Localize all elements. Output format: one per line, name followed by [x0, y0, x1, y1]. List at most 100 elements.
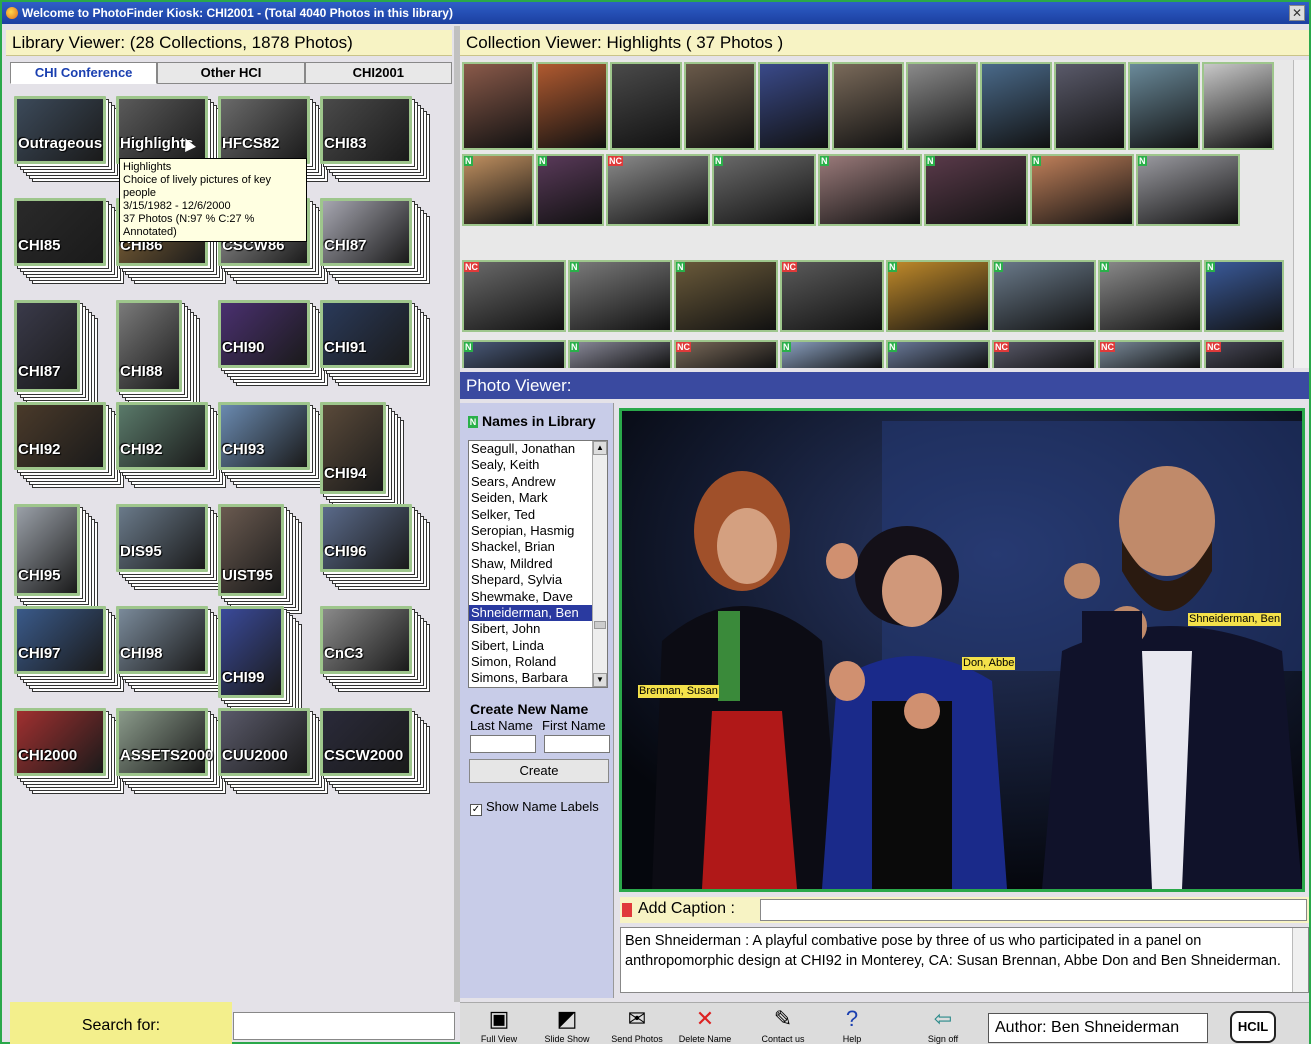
- collection-thumbnail[interactable]: N: [674, 260, 778, 332]
- collection-thumbnail[interactable]: NC: [462, 260, 566, 332]
- name-list-item[interactable]: Shewmake, Dave: [469, 589, 607, 605]
- collection-thumbnail[interactable]: NC: [1204, 340, 1284, 368]
- collection-thumbnail[interactable]: N: [886, 260, 990, 332]
- collection-thumbnail[interactable]: NC: [1098, 340, 1202, 368]
- collection-outrageous[interactable]: Outrageous: [14, 96, 124, 182]
- collection-chi99[interactable]: CHI99: [218, 606, 302, 716]
- scroll-up-icon[interactable]: ▲: [593, 441, 607, 455]
- help-button[interactable]: ? Help: [817, 1005, 887, 1044]
- collection-cnc3[interactable]: CnC3: [320, 606, 430, 692]
- collection-chi98[interactable]: CHI98: [116, 606, 226, 692]
- names-scrollbar[interactable]: ▲ ▼: [592, 441, 607, 687]
- collection-chi93[interactable]: CHI93: [218, 402, 328, 488]
- name-list-item[interactable]: Shneiderman, Ben: [469, 604, 607, 622]
- collection-chi87[interactable]: CHI87: [14, 300, 98, 410]
- collection-thumbnail[interactable]: [1054, 62, 1126, 150]
- name-list-item[interactable]: Shepard, Sylvia: [469, 572, 607, 588]
- collection-thumbnail[interactable]: [906, 62, 978, 150]
- name-list-item[interactable]: Simons, Barbara: [469, 670, 607, 686]
- collection-thumbnail[interactable]: [462, 62, 534, 150]
- collection-chi87[interactable]: CHI87: [320, 198, 430, 284]
- collection-thumbnail[interactable]: [758, 62, 830, 150]
- name-list-item[interactable]: Seropian, Hasmig: [469, 523, 607, 539]
- collection-thumbnail[interactable]: N: [462, 340, 566, 368]
- collection-highlights[interactable]: Highlights: [116, 96, 226, 182]
- caption-input[interactable]: [760, 899, 1307, 921]
- collection-chi91[interactable]: CHI91: [320, 300, 430, 386]
- names-list[interactable]: Seagull, Jonathan Sealy, Keith Sears, Andr…: [468, 440, 608, 688]
- scroll-thumb[interactable]: [594, 621, 606, 629]
- collection-thumbnail[interactable]: NC: [780, 260, 884, 332]
- tab-chi-conference[interactable]: CHI Conference: [10, 62, 158, 84]
- collection-thumbnail[interactable]: N: [536, 154, 604, 226]
- collection-cscw2000[interactable]: CSCW2000: [320, 708, 430, 794]
- caption-scrollbar[interactable]: [1292, 928, 1308, 992]
- name-list-item[interactable]: Sibert, Linda: [469, 638, 607, 654]
- collection-chi92[interactable]: CHI92: [116, 402, 226, 488]
- collection-thumbnail[interactable]: NC: [674, 340, 778, 368]
- collection-chi97[interactable]: CHI97: [14, 606, 124, 692]
- collection-chi88[interactable]: CHI88: [116, 300, 200, 410]
- collection-chi96[interactable]: CHI96: [320, 504, 430, 590]
- slide-show-button[interactable]: ◩ Slide Show: [532, 1005, 602, 1044]
- full-view-button[interactable]: ▣ Full View: [464, 1005, 534, 1044]
- name-list-item[interactable]: Seagull, Jonathan: [469, 441, 607, 457]
- name-list-item[interactable]: Shaw, Mildred: [469, 556, 607, 572]
- last-name-field[interactable]: [470, 735, 536, 753]
- name-list-item[interactable]: Simon, Roland: [469, 654, 607, 670]
- sign-off-button[interactable]: ⇦ Sign off: [908, 1005, 978, 1044]
- main-photo[interactable]: Brennan, Susan Don, Abbe Shneiderman, Be…: [619, 408, 1305, 892]
- name-list-item[interactable]: Sears, Andrew: [469, 474, 607, 490]
- collection-thumbnail[interactable]: [980, 62, 1052, 150]
- collection-thumbnail[interactable]: NC: [992, 340, 1096, 368]
- collection-thumbnail[interactable]: [536, 62, 608, 150]
- collection-thumbnail[interactable]: N: [1098, 260, 1202, 332]
- collection-chi2000[interactable]: CHI2000: [14, 708, 124, 794]
- tab-other-hci[interactable]: Other HCI: [157, 62, 305, 84]
- collection-chi85[interactable]: CHI85: [14, 198, 124, 284]
- collection-thumbnail[interactable]: N: [992, 260, 1096, 332]
- contact-us-button[interactable]: ✎ Contact us: [748, 1005, 818, 1044]
- delete-name-button[interactable]: ✕ Delete Name: [670, 1005, 740, 1044]
- collection-chi94[interactable]: CHI94: [320, 402, 404, 512]
- collection-chi83[interactable]: CHI83: [320, 96, 430, 182]
- checkbox-icon[interactable]: ✓: [470, 804, 482, 816]
- name-list-item[interactable]: Selker, Ted: [469, 507, 607, 523]
- collection-thumbnail[interactable]: N: [780, 340, 884, 368]
- name-list-item[interactable]: Sealy, Keith: [469, 457, 607, 473]
- scroll-down-icon[interactable]: ▼: [593, 673, 607, 687]
- photo-label-don[interactable]: Don, Abbe: [962, 657, 1016, 670]
- collection-chi92[interactable]: CHI92: [14, 402, 124, 488]
- collection-hfcs82[interactable]: HFCS82: [218, 96, 328, 182]
- collection-thumbnail[interactable]: N: [568, 260, 672, 332]
- collection-thumbnail[interactable]: N: [712, 154, 816, 226]
- tab-chi2001[interactable]: CHI2001: [304, 62, 452, 84]
- collection-dis95[interactable]: DIS95: [116, 504, 226, 590]
- collection-thumbnail[interactable]: [1128, 62, 1200, 150]
- collection-assets2000[interactable]: ASSETS2000: [116, 708, 226, 794]
- collection-thumbnail[interactable]: N: [462, 154, 534, 226]
- photo-label-shneiderman[interactable]: Shneiderman, Ben: [1188, 613, 1282, 626]
- collection-thumbnail[interactable]: [1202, 62, 1274, 150]
- collection-thumbnail[interactable]: N: [1030, 154, 1134, 226]
- caption-text-area[interactable]: Ben Shneiderman : A playful combative po…: [620, 927, 1309, 993]
- show-name-labels-checkbox[interactable]: ✓ Show Name Labels: [470, 799, 599, 816]
- collection-thumbnail[interactable]: N: [886, 340, 990, 368]
- send-photos-button[interactable]: ✉ Send Photos: [602, 1005, 672, 1044]
- collection-thumbnail[interactable]: [832, 62, 904, 150]
- collection-thumbnail[interactable]: N: [568, 340, 672, 368]
- close-icon[interactable]: ✕: [1289, 5, 1305, 21]
- collection-thumbnail[interactable]: N: [1136, 154, 1240, 226]
- collection-thumbnail[interactable]: N: [924, 154, 1028, 226]
- collection-thumbnail[interactable]: NC: [606, 154, 710, 226]
- name-list-item[interactable]: Shackel, Brian: [469, 539, 607, 555]
- collection-scrollbar[interactable]: [1293, 60, 1309, 368]
- name-list-item[interactable]: Seiden, Mark: [469, 490, 607, 506]
- collection-chi95[interactable]: CHI95: [14, 504, 98, 614]
- collection-uist95[interactable]: UIST95: [218, 504, 302, 614]
- collection-thumbnail[interactable]: [684, 62, 756, 150]
- collection-thumbnail[interactable]: N: [1204, 260, 1284, 332]
- name-list-item[interactable]: Sibert, John: [469, 621, 607, 637]
- search-input[interactable]: [233, 1012, 455, 1040]
- first-name-field[interactable]: [544, 735, 610, 753]
